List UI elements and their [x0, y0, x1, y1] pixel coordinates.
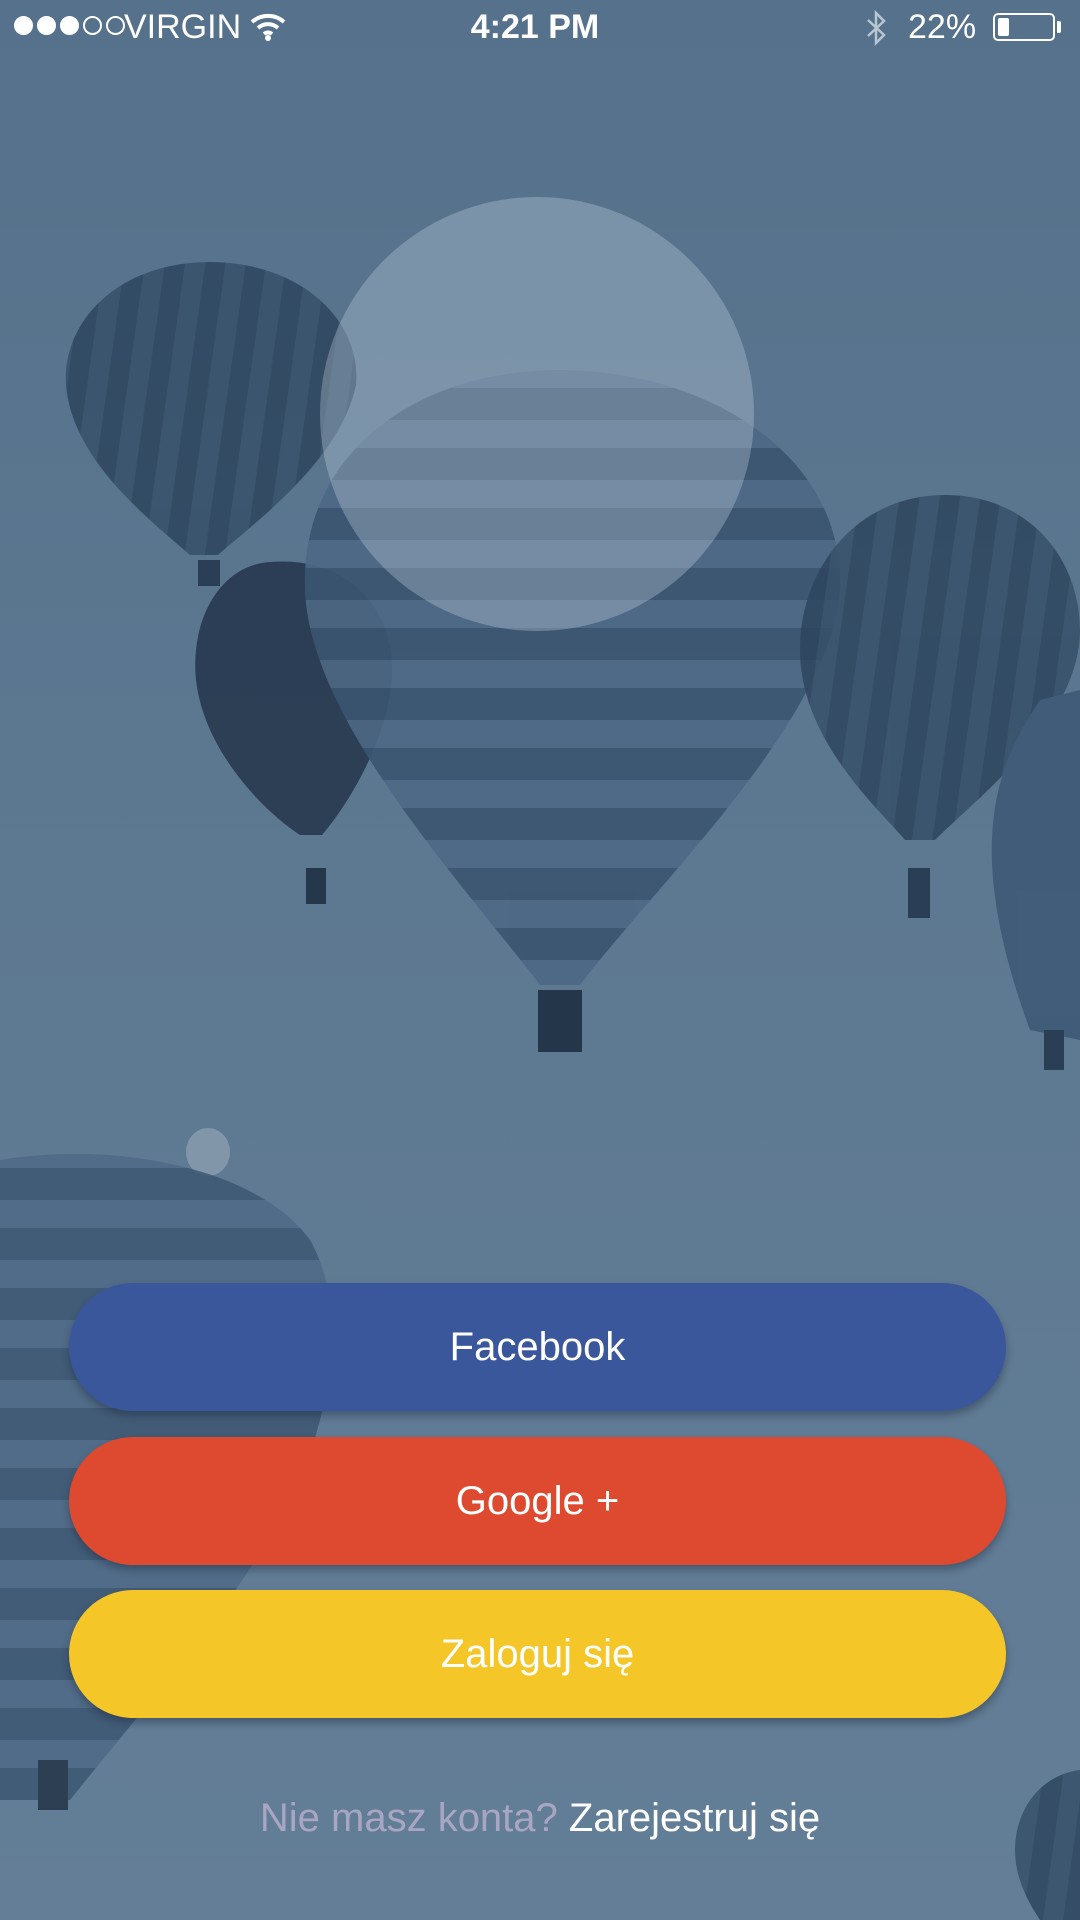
email-login-button[interactable]: Zaloguj się — [69, 1590, 1006, 1718]
google-login-label: Google + — [455, 1478, 620, 1523]
logo-circle — [320, 197, 754, 631]
balloon-distant — [186, 1128, 230, 1176]
status-bar: VIRGIN 4:21 PM 22% — [0, 0, 1080, 56]
battery-level — [998, 18, 1009, 36]
google-login-button[interactable]: Google + — [69, 1437, 1006, 1565]
login-screen: VIRGIN 4:21 PM 22% Facebook Google + Zal… — [0, 0, 1080, 1920]
email-login-label: Zaloguj się — [440, 1631, 635, 1676]
balloon-right — [800, 495, 1080, 1070]
facebook-login-label: Facebook — [449, 1324, 626, 1369]
balloon-bottom-right — [1015, 1770, 1080, 1920]
facebook-login-button[interactable]: Facebook — [69, 1283, 1006, 1411]
signup-link[interactable]: Zarejestruj się — [569, 1796, 820, 1840]
signup-prompt-text: Nie masz konta? — [259, 1796, 558, 1840]
battery-percentage: 22% — [908, 8, 977, 46]
bluetooth-icon — [867, 10, 886, 46]
battery-icon — [993, 13, 1055, 41]
signup-prompt-line: Nie masz konta? Zarejestruj się — [0, 1796, 1080, 1841]
battery-tip — [1057, 21, 1061, 33]
